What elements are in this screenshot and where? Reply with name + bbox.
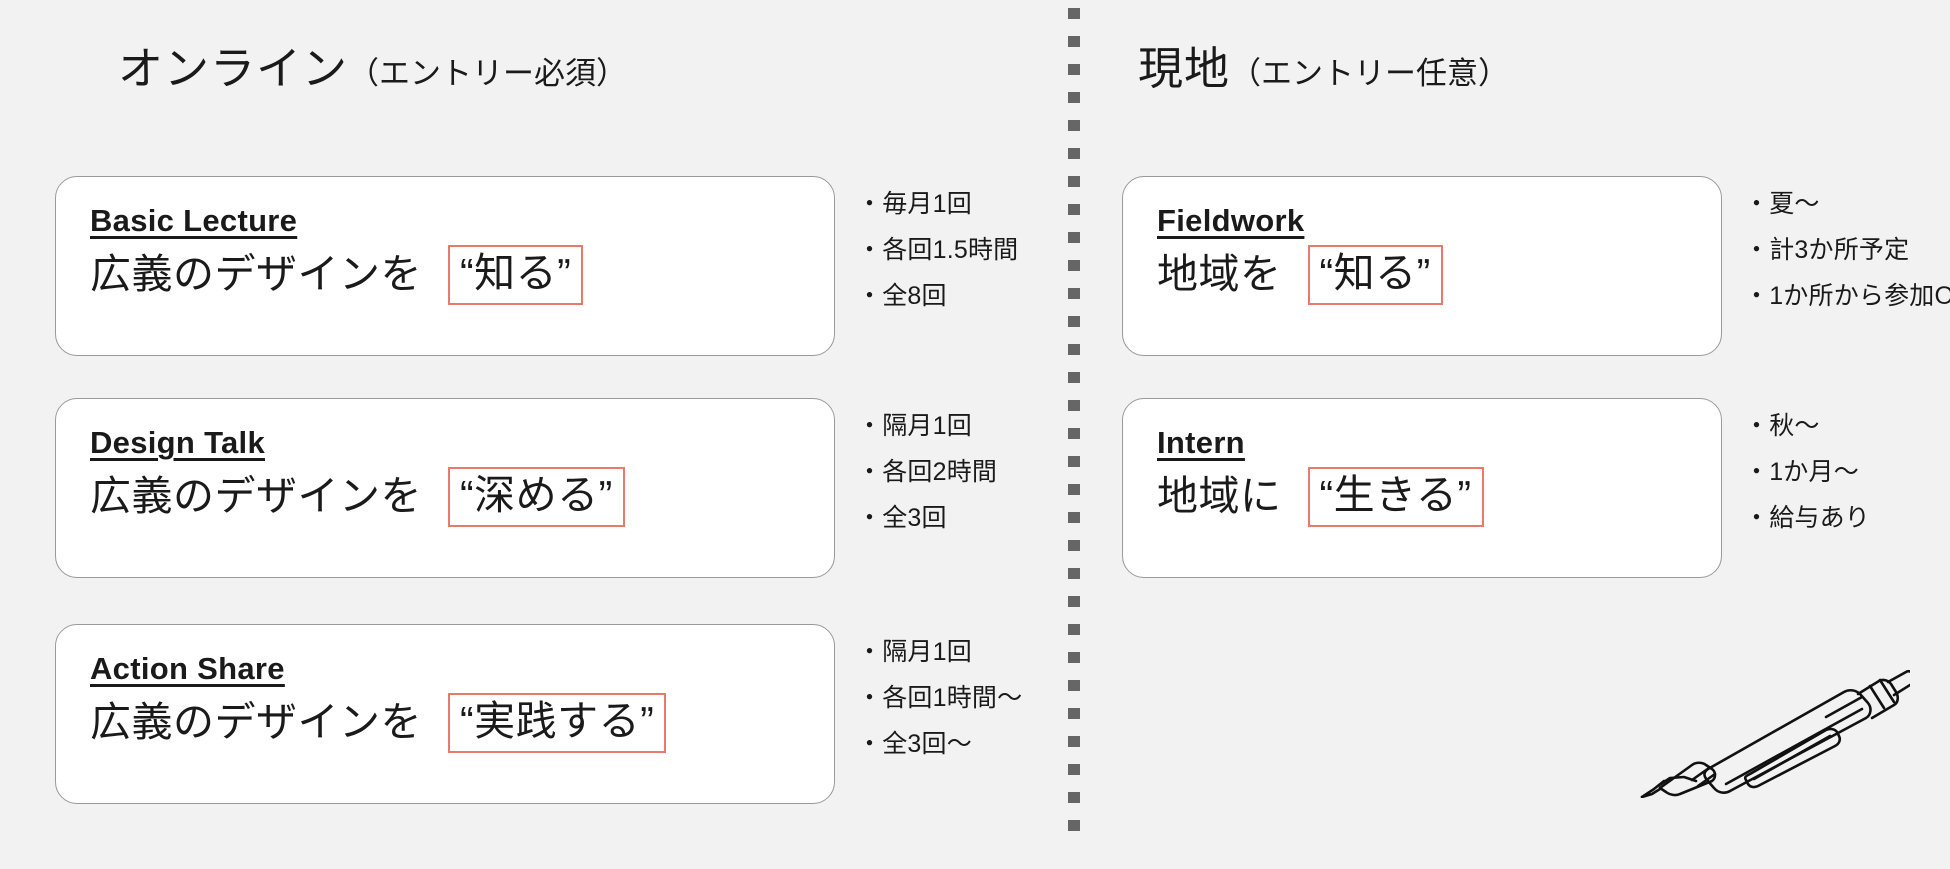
list-item: ・計3か所予定 [1744, 236, 1910, 264]
program-card-intern[interactable]: Intern 地域に “生きる” [1122, 398, 1722, 578]
program-card-basic-lecture[interactable]: Basic Lecture 広義のデザインを “知る” [55, 176, 835, 356]
pen-icon [1630, 668, 1916, 799]
program-card-fieldwork[interactable]: Fieldwork 地域を “知る” [1122, 176, 1722, 356]
card-statement: 広義のデザインを “実践する” [90, 692, 800, 753]
column-heading-main: 現地 [1138, 43, 1231, 94]
card-keyword-box: “生きる” [1307, 466, 1484, 527]
card-lead-text: 地域を [1157, 251, 1282, 298]
card-lead-text: 地域に [1157, 473, 1282, 520]
card-statement: 広義のデザインを “深める” [90, 466, 800, 527]
list-item: ・各回1.5時間 [857, 236, 1019, 264]
list-item: ・全3回〜 [857, 730, 972, 758]
list-item: ・各回1時間〜 [857, 684, 1023, 712]
list-item: ・各回2時間 [857, 458, 998, 486]
card-lead-text: 広義のデザインを [90, 251, 422, 298]
card-notes-list: ・隔月1回 ・各回1時間〜 ・全3回〜 [857, 624, 1022, 757]
list-item: ・1か月〜 [1744, 458, 1859, 486]
program-card-design-talk[interactable]: Design Talk 広義のデザインを “深める” [55, 398, 835, 578]
program-row: Action Share 広義のデザインを “実践する” ・隔月1回 ・各回1時… [55, 624, 1022, 804]
card-statement: 地域を “知る” [1157, 244, 1687, 305]
card-title: Basic Lecture [90, 203, 298, 238]
column-heading-main: オンライン [118, 43, 349, 94]
card-content: Intern 地域に “生きる” [1123, 399, 1721, 549]
card-notes-list: ・毎月1回 ・各回1.5時間 ・全8回 [857, 176, 1018, 309]
card-keyword-box: “知る” [1307, 244, 1443, 305]
list-item: ・全8回 [857, 282, 947, 310]
card-keyword-box: “知る” [448, 244, 584, 305]
list-item: ・隔月1回 [857, 638, 972, 666]
program-row: Fieldwork 地域を “知る” ・夏〜 ・計3か所予定 ・1か所から参加O… [1122, 176, 1950, 356]
column-heading-onsite: 現地（エントリー任意） [1138, 46, 1509, 91]
card-lead-text: 広義のデザインを [90, 699, 422, 746]
card-title: Fieldwork [1157, 203, 1305, 238]
column-heading-sub: （エントリー必須） [348, 56, 628, 91]
card-notes-list: ・隔月1回 ・各回2時間 ・全3回 [857, 398, 997, 531]
card-notes-list: ・秋〜 ・1か月〜 ・給与あり [1744, 398, 1870, 531]
card-lead-text: 広義のデザインを [90, 473, 422, 520]
card-content: Fieldwork 地域を “知る” [1123, 177, 1721, 327]
card-statement: 地域に “生きる” [1157, 466, 1687, 527]
list-item: ・秋〜 [1744, 412, 1820, 440]
card-content: Action Share 広義のデザインを “実践する” [56, 625, 834, 775]
vertical-dotted-divider [1068, 8, 1080, 838]
program-row: Basic Lecture 広義のデザインを “知る” ・毎月1回 ・各回1.5… [55, 176, 1018, 356]
card-title: Intern [1157, 425, 1245, 460]
column-heading-sub: （エントリー任意） [1230, 56, 1510, 91]
card-keyword-box: “実践する” [448, 692, 667, 753]
list-item: ・夏〜 [1744, 190, 1820, 218]
card-title: Action Share [90, 651, 285, 686]
card-keyword-box: “深める” [448, 466, 625, 527]
program-row: Intern 地域に “生きる” ・秋〜 ・1か月〜 ・給与あり [1122, 398, 1870, 578]
program-card-action-share[interactable]: Action Share 広義のデザインを “実践する” [55, 624, 835, 804]
list-item: ・毎月1回 [857, 190, 972, 218]
list-item: ・全3回 [857, 504, 947, 532]
card-notes-list: ・夏〜 ・計3か所予定 ・1か所から参加OK [1744, 176, 1950, 309]
list-item: ・給与あり [1744, 504, 1871, 532]
column-heading-online: オンライン（エントリー必須） [118, 46, 627, 91]
list-item: ・1か所から参加OK [1744, 282, 1950, 310]
card-statement: 広義のデザインを “知る” [90, 244, 800, 305]
card-title: Design Talk [90, 425, 265, 460]
program-row: Design Talk 広義のデザインを “深める” ・隔月1回 ・各回2時間 … [55, 398, 997, 578]
slide-root: オンライン（エントリー必須） Basic Lecture 広義のデザインを “知… [0, 0, 1950, 869]
card-content: Design Talk 広義のデザインを “深める” [56, 399, 834, 549]
list-item: ・隔月1回 [857, 412, 972, 440]
card-content: Basic Lecture 広義のデザインを “知る” [56, 177, 834, 327]
